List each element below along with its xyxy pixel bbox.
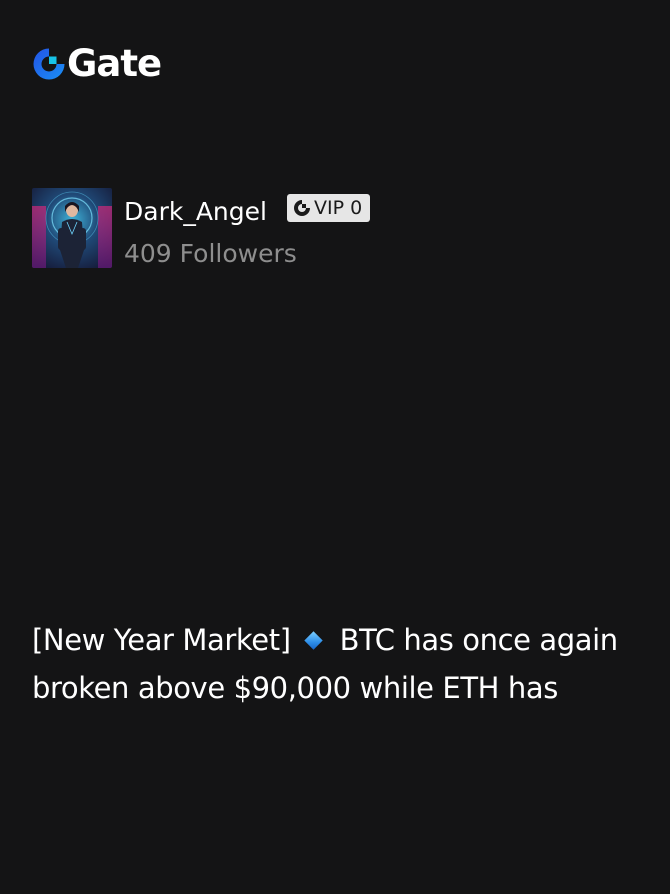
blue-diamond-icon — [303, 630, 323, 650]
brand-header: Gate — [32, 42, 162, 85]
post-tag: [New Year Market] — [32, 623, 291, 657]
author-card[interactable]: Dark_Angel VIP 0 409 Followers — [32, 188, 371, 270]
post-text: [New Year Market] BTC has once again brok… — [32, 616, 638, 712]
avatar[interactable] — [32, 188, 112, 268]
author-info: Dark_Angel VIP 0 409 Followers — [124, 188, 371, 270]
author-name[interactable]: Dark_Angel — [124, 196, 267, 228]
name-row: Dark_Angel VIP 0 — [124, 190, 371, 234]
brand-name: Gate — [67, 42, 162, 85]
vip-badge: VIP 0 — [286, 194, 371, 222]
gate-logo-icon — [33, 48, 65, 80]
follower-count: 409 Followers — [124, 239, 297, 268]
gate-mini-icon — [293, 200, 310, 216]
vip-label: VIP 0 — [313, 197, 363, 219]
